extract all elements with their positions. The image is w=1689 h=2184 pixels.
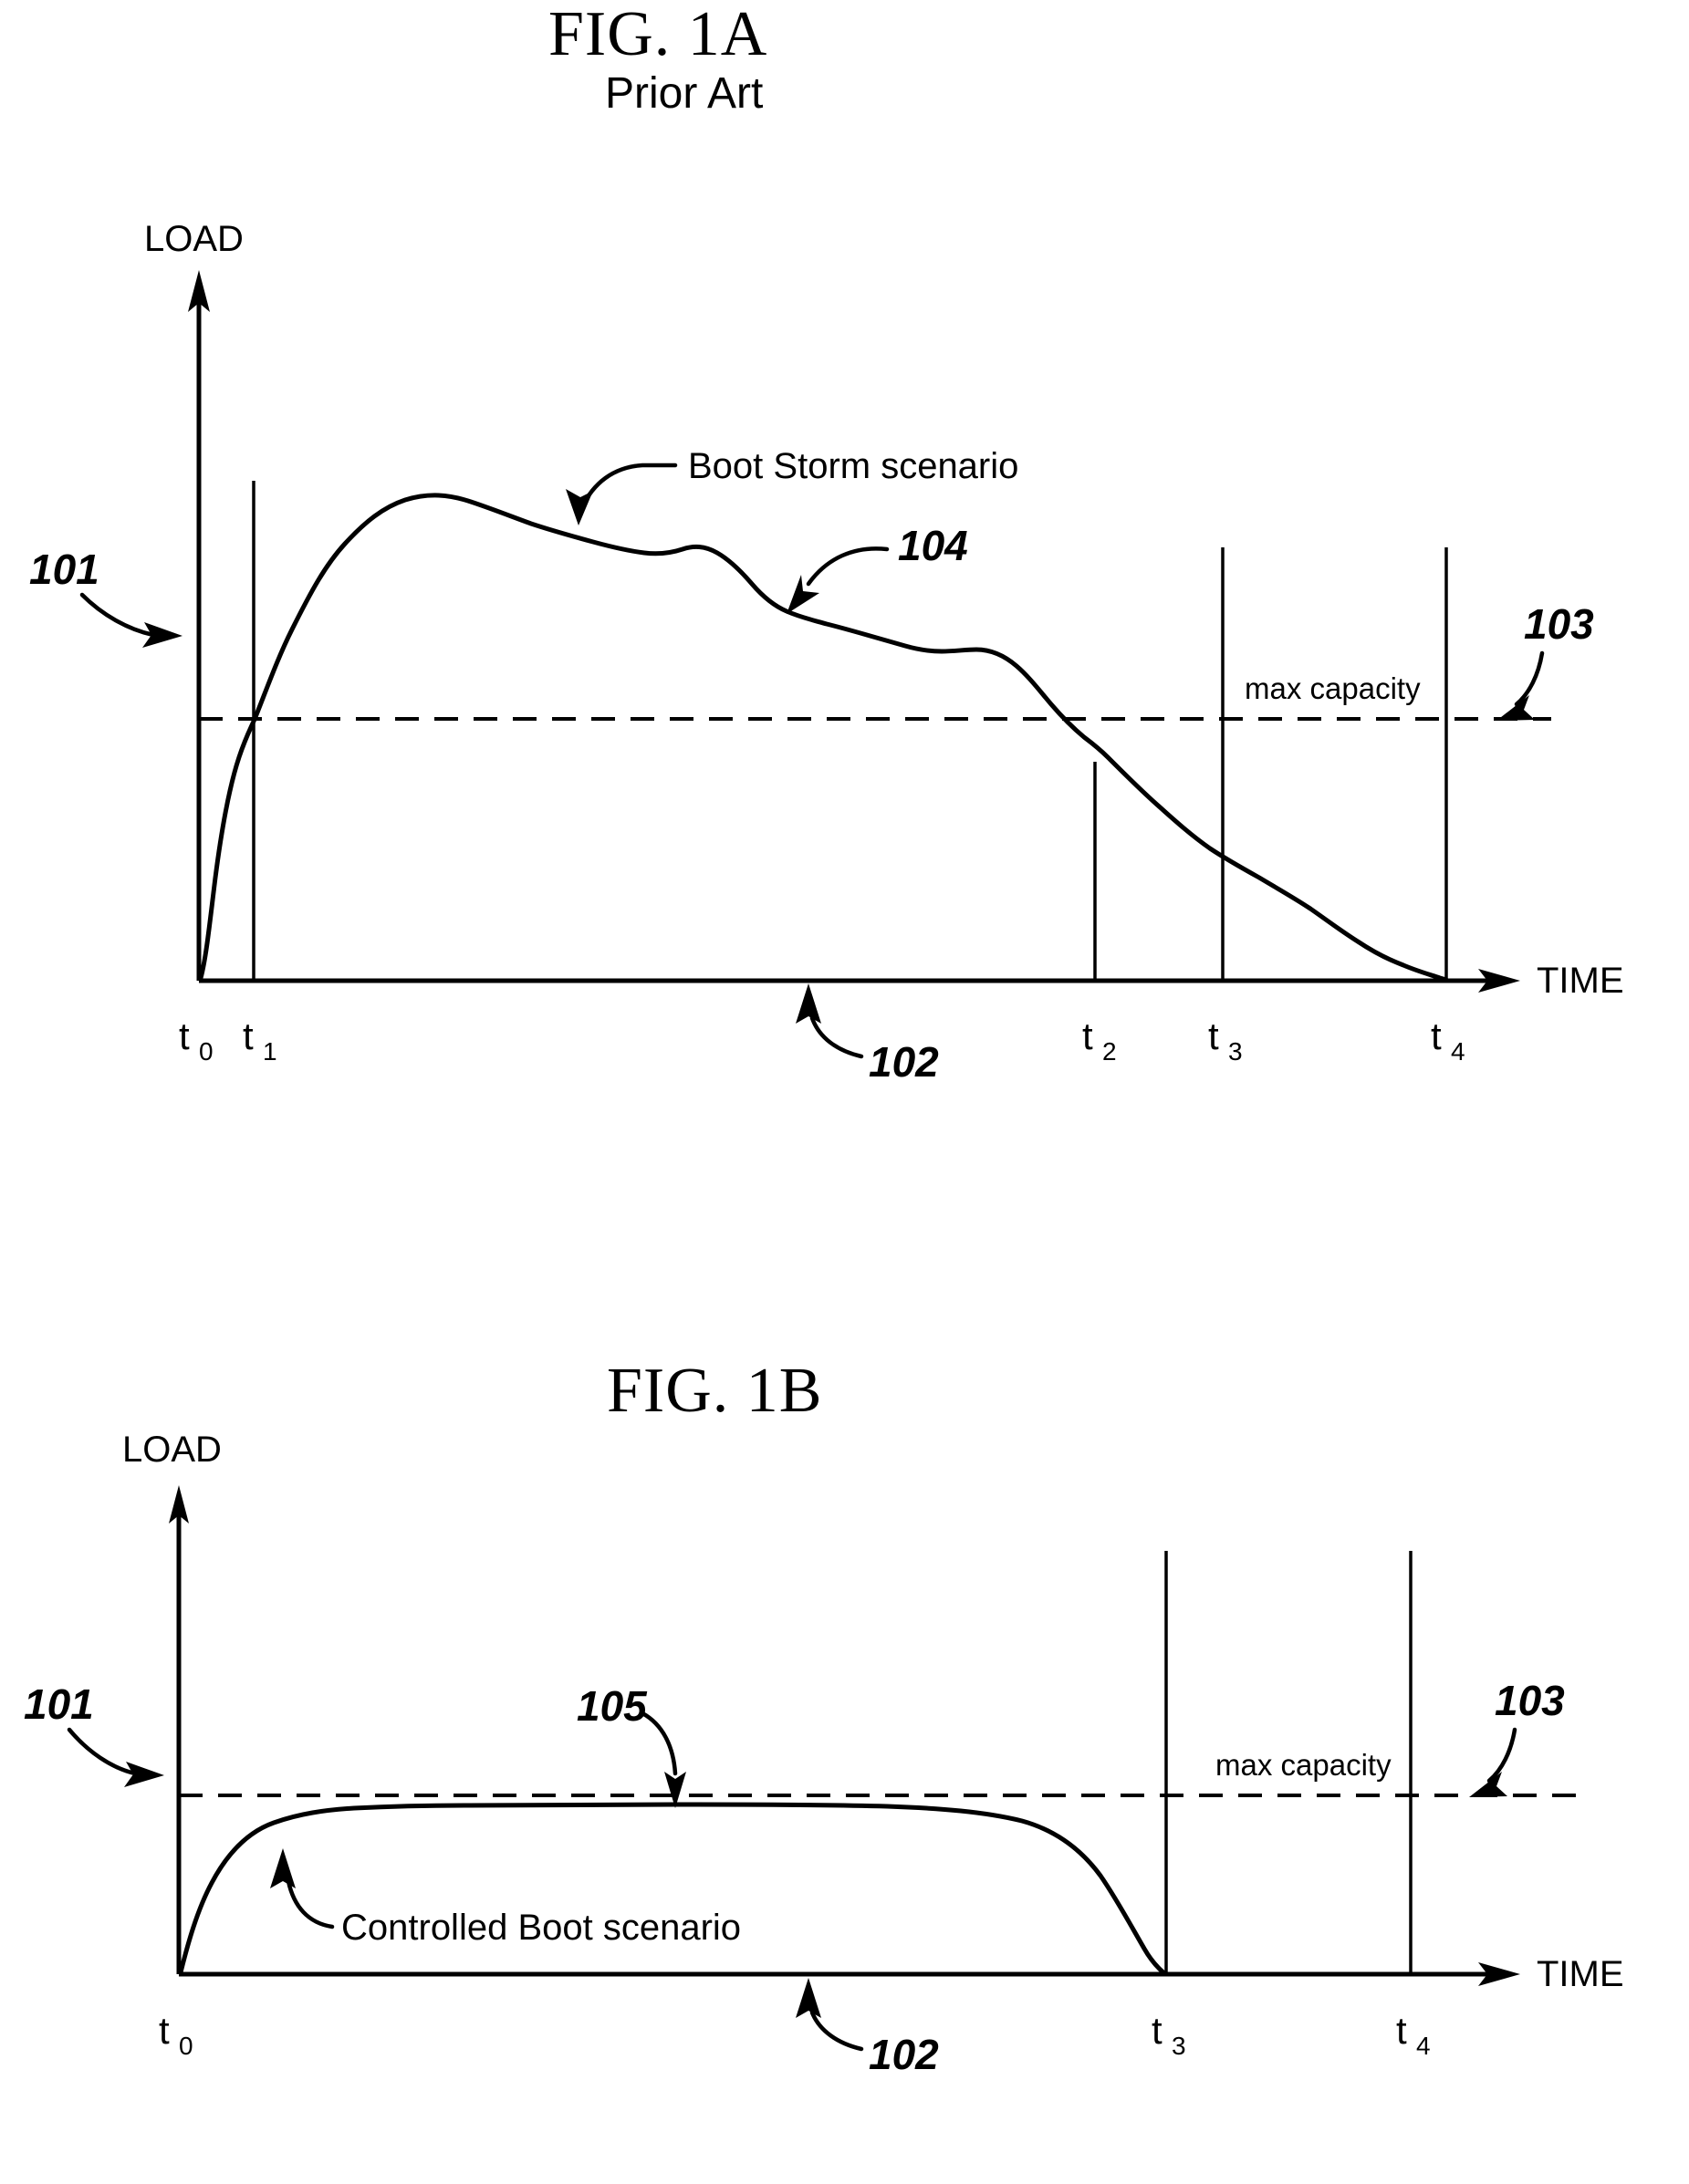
figure-1b-max-capacity-label: max capacity [1215, 1748, 1392, 1782]
figure-1b-ref-105: 105 [577, 1682, 648, 1730]
figure-1a-ref-103: 103 [1524, 600, 1594, 648]
figure-1a-y-axis-label: LOAD [144, 219, 244, 259]
figure-1b-ref-101: 101 [24, 1680, 94, 1728]
figure-1b-curve-label: Controlled Boot scenario [341, 1908, 741, 1948]
figure-1a-tick-t2-base: t [1082, 1014, 1093, 1057]
figure-1b-ref-102: 102 [869, 2031, 939, 2078]
figure-1b-ref-103: 103 [1495, 1677, 1565, 1724]
figure-1a-subtitle: Prior Art [605, 69, 763, 118]
figure-1a-tick-t1-sub: 1 [263, 1037, 277, 1066]
figure-1a-tick-t4-sub: 4 [1451, 1037, 1465, 1066]
patent-drawing-sheet: FIG. 1A Prior Art LOAD TIME max capacity… [0, 0, 1689, 2184]
figure-1b-tick-t0-sub: 0 [179, 2032, 193, 2060]
figure-1a-ref-102: 102 [869, 1038, 939, 1086]
figure-1a-curve-label: Boot Storm scenario [688, 446, 1018, 486]
figure-1a-tick-t1-base: t [243, 1014, 254, 1057]
figure-1a-ref-101: 101 [29, 546, 99, 593]
figure-1b-tick-t3-sub: 3 [1172, 2032, 1186, 2060]
figure-1a-tick-t3-base: t [1208, 1014, 1219, 1057]
figure-1a-title: FIG. 1A [548, 0, 767, 69]
figure-1a-tick-t0-base: t [179, 1014, 190, 1057]
figure-1a-tick-t3-sub: 3 [1228, 1037, 1243, 1066]
figure-1b-title: FIG. 1B [607, 1356, 822, 1426]
figure-1b-x-axis-label: TIME [1537, 1954, 1624, 1994]
figure-1b-tick-t4-sub: 4 [1416, 2032, 1431, 2060]
figure-1a-tick-t2-sub: 2 [1102, 1037, 1117, 1066]
figure-1a-tick-t0-sub: 0 [199, 1037, 214, 1066]
figure-1a-tick-t4-base: t [1431, 1014, 1442, 1057]
figure-1b-y-axis-label: LOAD [122, 1430, 222, 1470]
figure-1b-tick-t4-base: t [1396, 2009, 1407, 2052]
figure-1a-ref-104: 104 [898, 522, 968, 569]
figure-1b-tick-t0-base: t [159, 2009, 170, 2052]
figure-1b-tick-t3-base: t [1152, 2009, 1162, 2052]
figure-1a-max-capacity-label: max capacity [1245, 671, 1421, 705]
figures-canvas: FIG. 1A Prior Art LOAD TIME max capacity… [0, 0, 1689, 2184]
sheet-background [0, 0, 1689, 2184]
figure-1a-x-axis-label: TIME [1537, 961, 1624, 1001]
